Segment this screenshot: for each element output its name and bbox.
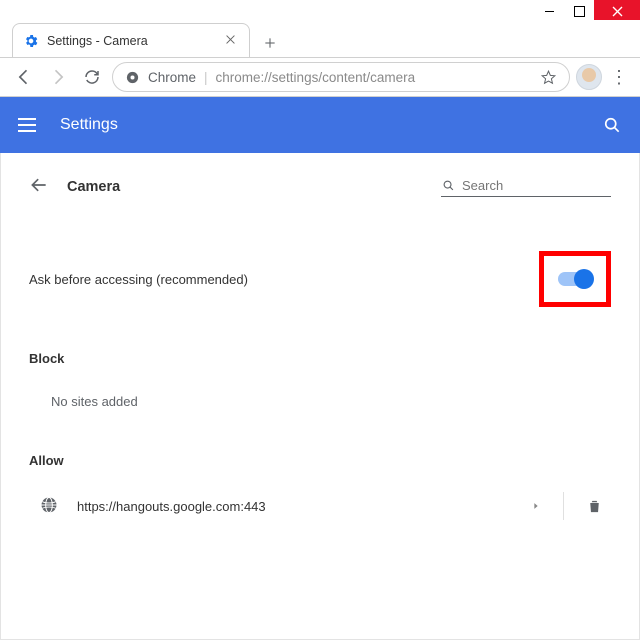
search-icon xyxy=(441,178,456,193)
browser-tab-strip: Settings - Camera xyxy=(0,20,640,57)
ask-before-accessing-toggle[interactable] xyxy=(558,272,592,286)
address-bar[interactable]: Chrome | chrome://settings/content/camer… xyxy=(112,62,570,92)
divider xyxy=(563,492,564,520)
settings-search-field[interactable] xyxy=(441,178,611,197)
block-empty-text: No sites added xyxy=(51,394,611,409)
address-separator: | xyxy=(204,70,208,85)
settings-header: Settings xyxy=(0,97,640,153)
address-url: chrome://settings/content/camera xyxy=(216,70,416,85)
window-maximize-button[interactable] xyxy=(564,0,594,22)
highlight-box xyxy=(539,251,611,307)
gear-icon xyxy=(23,33,39,49)
site-detail-button[interactable] xyxy=(531,501,541,511)
allow-site-row: https://hangouts.google.com:443 xyxy=(39,492,611,520)
page-header-row: Camera xyxy=(29,175,611,199)
nav-back-button[interactable] xyxy=(10,63,38,91)
page-title: Camera xyxy=(67,179,120,195)
window-close-button[interactable] xyxy=(594,0,640,22)
globe-icon xyxy=(39,495,61,517)
new-tab-button[interactable] xyxy=(256,29,284,57)
tab-close-icon[interactable] xyxy=(225,34,239,48)
toggle-knob xyxy=(574,269,594,289)
search-input[interactable] xyxy=(462,178,611,193)
settings-header-title: Settings xyxy=(60,116,118,134)
settings-search-button[interactable] xyxy=(602,115,622,135)
ask-before-accessing-label: Ask before accessing (recommended) xyxy=(29,272,248,287)
bookmark-star-icon[interactable] xyxy=(540,69,557,86)
ask-before-accessing-row: Ask before accessing (recommended) xyxy=(29,251,611,307)
delete-site-button[interactable] xyxy=(586,498,603,515)
avatar-icon xyxy=(582,68,596,82)
browser-menu-button[interactable]: ⋮ xyxy=(608,67,630,88)
allow-section-label: Allow xyxy=(29,453,611,468)
profile-avatar-button[interactable] xyxy=(576,64,602,90)
window-minimize-button[interactable] xyxy=(534,0,564,22)
browser-toolbar: Chrome | chrome://settings/content/camer… xyxy=(0,57,640,97)
address-scheme-label: Chrome xyxy=(148,70,196,85)
hamburger-menu-icon[interactable] xyxy=(18,113,42,137)
browser-tab-active[interactable]: Settings - Camera xyxy=(12,23,250,57)
nav-reload-button[interactable] xyxy=(78,63,106,91)
allow-site-url: https://hangouts.google.com:443 xyxy=(77,499,266,514)
settings-content: Camera Ask before accessing (recommended… xyxy=(0,153,640,640)
browser-tab-title: Settings - Camera xyxy=(47,34,217,48)
nav-forward-button[interactable] xyxy=(44,63,72,91)
page-back-button[interactable] xyxy=(29,175,53,199)
chrome-badge-icon xyxy=(125,70,140,85)
block-section-label: Block xyxy=(29,351,611,366)
